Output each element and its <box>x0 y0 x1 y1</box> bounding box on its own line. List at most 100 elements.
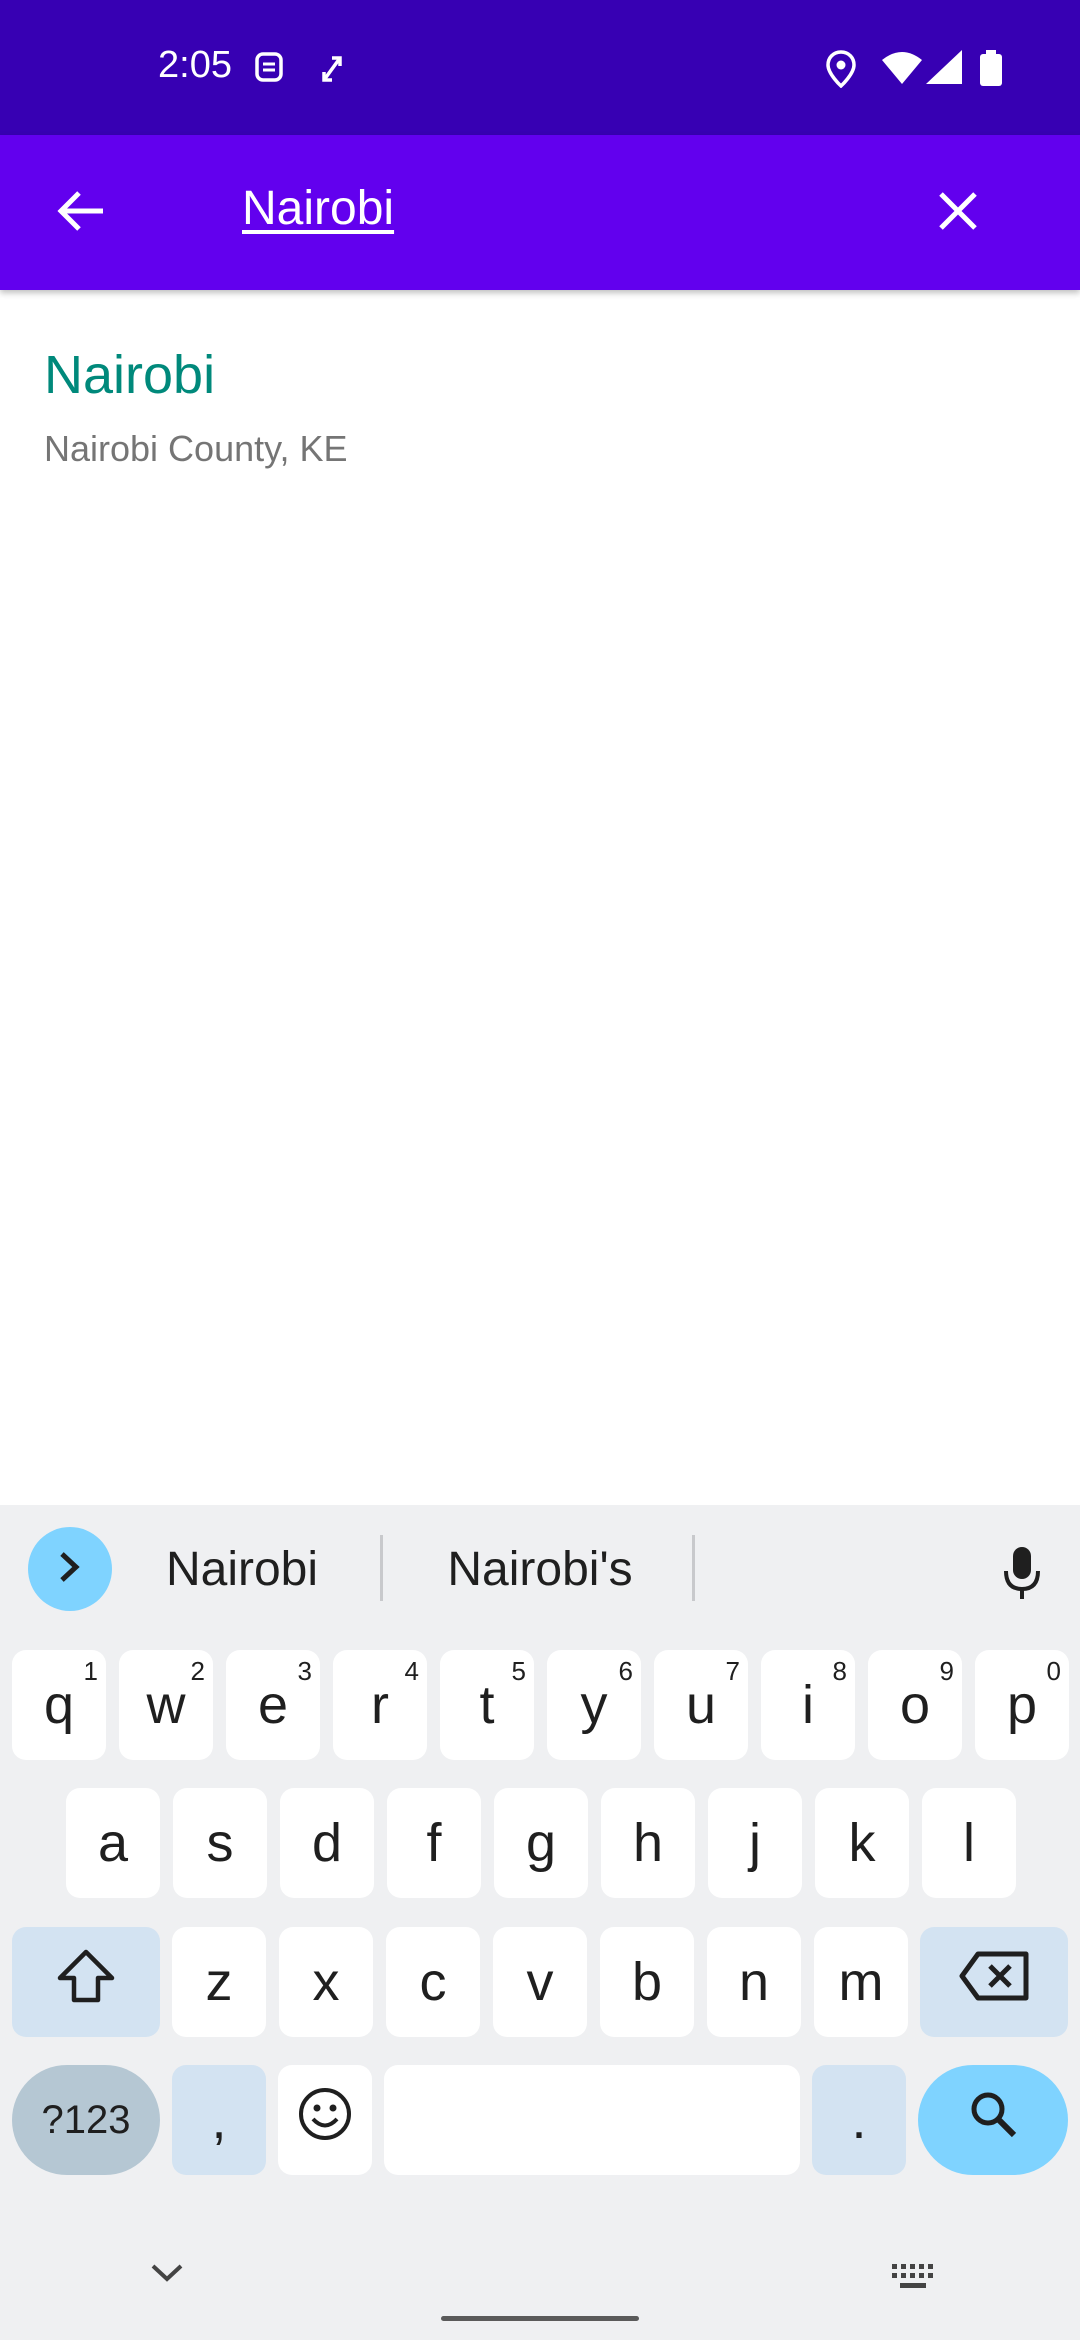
hide-keyboard-button[interactable] <box>150 2262 184 2289</box>
backspace-key[interactable] <box>920 1927 1068 2037</box>
key-l[interactable]: l <box>922 1788 1016 1898</box>
wifi-icon <box>882 50 922 89</box>
key-b[interactable]: b <box>600 1927 694 2037</box>
search-action-key[interactable] <box>918 2065 1068 2175</box>
key-s[interactable]: s <box>173 1788 267 1898</box>
location-icon <box>826 50 856 93</box>
key-w[interactable]: w2 <box>119 1650 213 1760</box>
key-f[interactable]: f <box>387 1788 481 1898</box>
gesture-home-bar[interactable] <box>441 2316 639 2321</box>
key-u[interactable]: u7 <box>654 1650 748 1760</box>
key-label: z <box>205 1952 233 2012</box>
backspace-icon <box>958 1950 1030 2015</box>
emoji-key[interactable] <box>278 2065 372 2175</box>
key-i[interactable]: i8 <box>761 1650 855 1760</box>
key-label: x <box>312 1952 340 2012</box>
key-hint-number: 4 <box>404 1656 419 1686</box>
close-icon <box>938 191 978 236</box>
key-label: v <box>526 1952 554 2012</box>
key-label: b <box>631 1952 663 2012</box>
key-label: c <box>419 1952 447 2012</box>
clear-search-button[interactable] <box>918 173 998 253</box>
key-k[interactable]: k <box>815 1788 909 1898</box>
key-label: n <box>738 1952 770 2012</box>
key-n[interactable]: n <box>707 1927 801 2037</box>
key-label: l <box>963 1813 975 1873</box>
key-hint-number: 5 <box>511 1656 526 1686</box>
key-c[interactable]: c <box>386 1927 480 2037</box>
key-label: d <box>311 1813 343 1873</box>
key-p[interactable]: p0 <box>975 1650 1069 1760</box>
key-label: w <box>146 1675 186 1735</box>
key-label: k <box>848 1813 876 1873</box>
key-hint-number: 8 <box>832 1656 847 1686</box>
battery-icon <box>980 50 1002 91</box>
key-q[interactable]: q1 <box>12 1650 106 1760</box>
search-input[interactable]: Nairobi <box>242 181 394 236</box>
shift-arrow-icon <box>56 1948 116 2017</box>
period-key[interactable]: . <box>812 2065 906 2175</box>
key-label: r <box>371 1675 389 1735</box>
back-button[interactable] <box>40 173 120 253</box>
key-hint-number: 3 <box>297 1656 312 1686</box>
key-label: u <box>685 1675 717 1735</box>
key-m[interactable]: m <box>814 1927 908 2037</box>
suggestion-2[interactable]: Nairobi's <box>420 1535 660 1605</box>
key-label: e <box>257 1675 289 1735</box>
key-hint-number: 1 <box>83 1656 98 1686</box>
key-label: j <box>749 1813 761 1873</box>
space-key[interactable] <box>384 2065 800 2175</box>
microphone-icon <box>1002 1545 1042 1606</box>
comma-key[interactable]: , <box>172 2065 266 2175</box>
key-d[interactable]: d <box>280 1788 374 1898</box>
key-j[interactable]: j <box>708 1788 802 1898</box>
comma-key-label: , <box>211 2090 227 2150</box>
keyboard-nav-row <box>0 2240 1080 2340</box>
key-label: y <box>580 1675 608 1735</box>
suggestion-strip: Nairobi Nairobi's <box>0 1505 1080 1635</box>
key-a[interactable]: a <box>66 1788 160 1898</box>
search-result-item[interactable]: Nairobi Nairobi County, KE <box>0 300 1080 500</box>
key-o[interactable]: o9 <box>868 1650 962 1760</box>
key-e[interactable]: e3 <box>226 1650 320 1760</box>
result-title: Nairobi <box>44 345 216 405</box>
notification-icon <box>254 50 284 91</box>
suggestion-1[interactable]: Nairobi <box>142 1535 342 1605</box>
period-key-label: . <box>851 2090 867 2150</box>
key-t[interactable]: t5 <box>440 1650 534 1760</box>
keyboard-icon <box>890 2264 936 2294</box>
key-label: m <box>838 1952 884 2012</box>
voice-input-button[interactable] <box>982 1535 1062 1615</box>
key-label: f <box>426 1813 442 1873</box>
search-app-bar: Nairobi <box>0 135 1080 290</box>
key-label: t <box>479 1675 495 1735</box>
chevron-right-icon <box>58 1550 82 1589</box>
key-z[interactable]: z <box>172 1927 266 2037</box>
switch-keyboard-button[interactable] <box>890 2262 936 2295</box>
key-hint-number: 0 <box>1046 1656 1061 1686</box>
suggestion-divider <box>380 1535 383 1601</box>
emoji-icon <box>297 2086 353 2155</box>
key-label: q <box>43 1675 75 1735</box>
key-x[interactable]: x <box>279 1927 373 2037</box>
symbols-key-label: ?123 <box>41 2097 131 2142</box>
arrow-back-icon <box>55 189 105 238</box>
result-subtitle: Nairobi County, KE <box>44 428 348 469</box>
signal-icon <box>926 50 962 89</box>
key-y[interactable]: y6 <box>547 1650 641 1760</box>
key-hint-number: 6 <box>618 1656 633 1686</box>
key-h[interactable]: h <box>601 1788 695 1898</box>
key-label: s <box>206 1813 234 1873</box>
key-label: i <box>802 1675 814 1735</box>
sync-icon <box>318 50 346 91</box>
chevron-down-icon <box>150 2264 184 2288</box>
shift-key[interactable] <box>12 1927 160 2037</box>
key-r[interactable]: r4 <box>333 1650 427 1760</box>
symbols-key[interactable]: ?123 <box>12 2065 160 2175</box>
search-icon <box>968 2089 1018 2152</box>
expand-toolbar-button[interactable] <box>28 1527 112 1611</box>
key-label: o <box>899 1675 931 1735</box>
key-v[interactable]: v <box>493 1927 587 2037</box>
key-g[interactable]: g <box>494 1788 588 1898</box>
key-label: h <box>632 1813 664 1873</box>
